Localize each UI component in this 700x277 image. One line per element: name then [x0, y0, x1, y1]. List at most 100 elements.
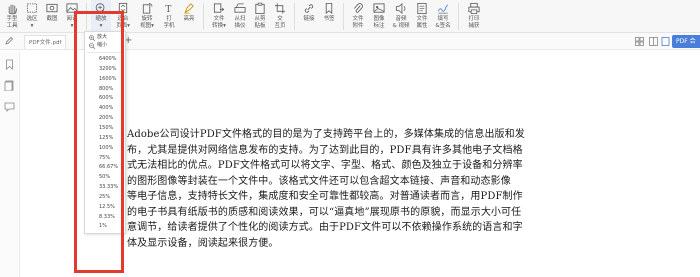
grid-view-icon[interactable] — [635, 37, 644, 46]
zoom-level-item[interactable]: 25% — [85, 193, 125, 202]
from-file-tool-button[interactable]: 从剪 贴板 — [250, 0, 270, 33]
print-tool-button[interactable]: 打印 捕获 — [463, 0, 485, 33]
highlight-icon — [181, 1, 197, 15]
fit-page-tool-button[interactable]: 适合 页面▾ — [111, 0, 135, 33]
hand-icon — [4, 1, 20, 15]
text-line: 等电子信息，支持特长文件，集成度和安全可靠性都较高。对普通读者而言，用PDF制作 — [127, 191, 523, 202]
zoom-level-item[interactable]: 800% — [85, 85, 125, 94]
text-line: 的电子书具有纸版书的质感和阅读效果，可以“逼真地”展现原书的原貌，而显示大小可任 — [127, 206, 522, 218]
svg-text:T: T — [165, 4, 172, 15]
zoom-level-item[interactable]: 125% — [85, 134, 125, 143]
text-line: Adobe公司设计PDF文件格式的目的是为了支持跨平台上的，多媒体集成的信息出版… — [127, 129, 525, 140]
select-icon — [24, 1, 40, 15]
zoom-level-item[interactable]: 33.33% — [85, 183, 125, 192]
image-icon — [64, 1, 80, 15]
document-tab[interactable]: PDF文件.pdf — [24, 35, 67, 49]
from-file-tool-label: 从剪 贴板 — [254, 16, 266, 29]
zoom-icon — [93, 1, 109, 15]
highlight-tool-label: 高亮 — [183, 16, 195, 22]
comments-panel-icon[interactable] — [4, 101, 15, 112]
menu-divider — [87, 52, 123, 53]
print-icon — [466, 1, 482, 15]
background-tool-button[interactable]: 阅读 ▾ — [62, 0, 82, 33]
attach-tool-label: 文件 附件 — [352, 16, 364, 29]
audio-icon — [393, 1, 409, 15]
toolbar-separator — [294, 3, 295, 30]
left-sidebar — [0, 51, 20, 277]
zoom-level-item[interactable]: 1% — [85, 222, 125, 231]
page-view-icon[interactable] — [661, 37, 670, 46]
zoom-tool-label: 缩放 ▾ — [95, 16, 107, 29]
bookmark-icon — [321, 1, 337, 15]
zoom-in-icon — [89, 34, 95, 41]
fit-page-icon — [115, 1, 131, 15]
zoom-level-item[interactable]: 12.5% — [85, 203, 125, 212]
zoom-level-item[interactable]: 600% — [85, 94, 125, 103]
crop-tool-button[interactable]: 交 互页 — [270, 0, 290, 33]
image-annot-tool-button[interactable]: 图像 标注 — [368, 0, 390, 33]
fill-sign-tool-button[interactable]: 填写 &签名 — [432, 0, 454, 33]
edit-icon[interactable] — [4, 36, 14, 46]
sound-tool-label: 音频 & 视频 — [392, 16, 410, 29]
rotate-tool-button[interactable]: 旋转 视图▾ — [135, 0, 159, 33]
from-scanner-tool-label: 从扫 描仪 — [234, 16, 246, 29]
zoom-level-item[interactable]: 1600% — [85, 75, 125, 84]
main-toolbar: 手型 工具 选区 ▾ 截图 阅读 ▾ 缩放 ▾ 适合 页面▾ 旋转 视图▾ T 打 字机 高亮 文件… — [0, 0, 700, 33]
background-tool-label: 阅读 ▾ — [66, 16, 78, 29]
typewriter-icon: T — [161, 1, 177, 15]
highlight-tool-button[interactable]: 高亮 — [179, 0, 199, 33]
zoom-level-item[interactable]: 150% — [85, 124, 125, 133]
bookmark-panel-icon[interactable] — [4, 59, 15, 70]
from-scanner-tool-button[interactable]: 从扫 描仪 — [230, 0, 250, 33]
typewriter-tool-label: 打 字机 — [163, 16, 175, 29]
link-tool-button[interactable]: 链接 — [299, 0, 319, 33]
zoom-level-item[interactable]: 3200% — [85, 65, 125, 74]
convert-tool-label: 文件 转换▾ — [212, 16, 226, 29]
print-tool-label: 打印 捕获 — [468, 16, 480, 29]
attach-icon — [350, 1, 366, 15]
select-tool-button[interactable]: 选区 ▾ — [22, 0, 42, 33]
zoom-level-item[interactable]: 50% — [85, 173, 125, 182]
zoom-out-label: 缩小 — [97, 42, 108, 48]
pages-panel-icon[interactable] — [4, 80, 15, 91]
rotate-tool-label: 旋转 视图▾ — [140, 16, 154, 29]
zoom-out-icon — [89, 42, 95, 49]
zoom-level-item[interactable]: 200% — [85, 114, 125, 123]
bookmark-tool-label: 书签 — [323, 16, 335, 22]
text-line: 体及显示设备，阅读起来很方便。 — [127, 237, 279, 249]
clipboard-icon — [252, 1, 268, 15]
toolbar-separator — [458, 3, 459, 30]
screenshot-tool-button[interactable]: 截图 — [42, 0, 62, 33]
zoom-level-item[interactable]: 100% — [85, 144, 125, 153]
link-icon — [301, 1, 317, 15]
select-tool-label: 选区 ▾ — [26, 16, 38, 29]
zoom-tool-button[interactable]: 缩放 ▾ — [91, 0, 111, 33]
toolbar-separator — [203, 3, 204, 30]
toolbar-separator — [343, 3, 344, 30]
zoom-level-item[interactable]: 8.33% — [85, 213, 125, 222]
crop-tool-label: 交 互页 — [274, 16, 286, 29]
rotate-icon — [139, 1, 155, 15]
sound-tool-button[interactable]: 音频 & 视频 — [390, 0, 412, 33]
image-annot-icon — [371, 1, 387, 15]
zoom-level-item[interactable]: 66.67% — [85, 163, 125, 172]
hand-tool-label: 手型 工具 — [6, 16, 18, 29]
typewriter-tool-button[interactable]: T打 字机 — [159, 0, 179, 33]
toolbar-separator — [86, 3, 87, 30]
link-tool-label: 链接 — [303, 16, 315, 22]
text-line: 布，尤其是提供对网络信息发布的支持。为了达到此目的，PDF具有许多其他电子文档格 — [127, 144, 523, 156]
zoom-level-item[interactable]: 6400% — [85, 55, 125, 64]
zoom-level-item[interactable]: 400% — [85, 104, 125, 113]
hand-tool-button[interactable]: 手型 工具 — [2, 0, 22, 33]
properties-tool-button[interactable]: 文件 属性 — [412, 0, 432, 33]
zoom-level-item[interactable]: 75% — [85, 154, 125, 163]
properties-tool-label: 文件 属性 — [416, 16, 428, 29]
attach-tool-button[interactable]: 文件 附件 — [348, 0, 368, 33]
image-annot-tool-label: 图像 标注 — [373, 16, 385, 29]
zoom-out-item[interactable]: 缩小 — [85, 41, 125, 50]
bookmark-tool-button[interactable]: 书签 — [319, 0, 339, 33]
pdf-convert-button[interactable]: PDF 合 — [672, 35, 700, 48]
screenshot-icon — [44, 1, 60, 15]
single-view-icon[interactable] — [649, 37, 658, 46]
convert-tool-button[interactable]: 文件 转换▾ — [208, 0, 230, 33]
